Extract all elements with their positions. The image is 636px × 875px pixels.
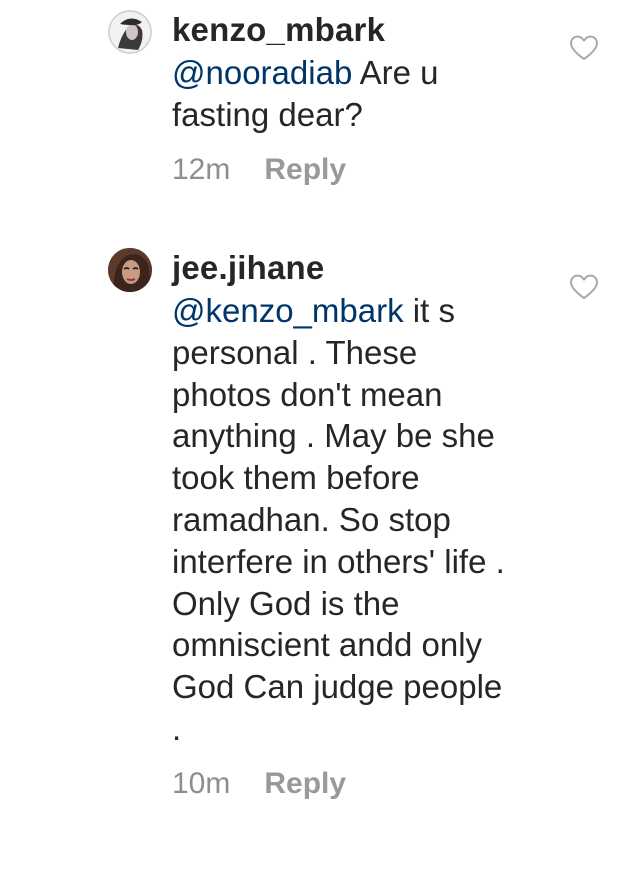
comment-username[interactable]: kenzo_mbark xyxy=(172,10,522,50)
comment-text: @nooradiab Are u fasting dear? xyxy=(172,52,522,136)
avatar-image xyxy=(108,248,152,292)
avatar[interactable] xyxy=(108,10,152,54)
comment-mention[interactable]: @nooradiab xyxy=(172,54,352,91)
reply-button[interactable]: Reply xyxy=(264,152,346,188)
comment-body: jee.jihane @kenzo_mbark it s personal . … xyxy=(172,248,517,802)
comment-meta: 10m Reply xyxy=(172,766,517,802)
comment-username[interactable]: jee.jihane xyxy=(172,248,517,288)
reply-button[interactable]: Reply xyxy=(264,766,346,802)
comment-body: kenzo_mbark @nooradiab Are u fasting dea… xyxy=(172,10,522,188)
avatar-image xyxy=(108,10,152,54)
like-button[interactable] xyxy=(569,274,599,300)
heart-outline-icon xyxy=(570,35,598,60)
comment-timestamp: 12m xyxy=(172,152,231,186)
comment-meta: 12m Reply xyxy=(172,152,522,188)
comment-message: it s personal . These photos don't mean … xyxy=(172,292,505,747)
like-button[interactable] xyxy=(569,35,599,61)
avatar[interactable] xyxy=(108,248,152,292)
comment-timestamp: 10m xyxy=(172,766,231,800)
comment-item: jee.jihane @kenzo_mbark it s personal . … xyxy=(0,240,636,875)
heart-outline-icon xyxy=(570,274,598,299)
comment-text: @kenzo_mbark it s personal . These photo… xyxy=(172,290,517,750)
comment-item: kenzo_mbark @nooradiab Are u fasting dea… xyxy=(0,0,636,230)
comment-mention[interactable]: @kenzo_mbark xyxy=(172,292,404,329)
